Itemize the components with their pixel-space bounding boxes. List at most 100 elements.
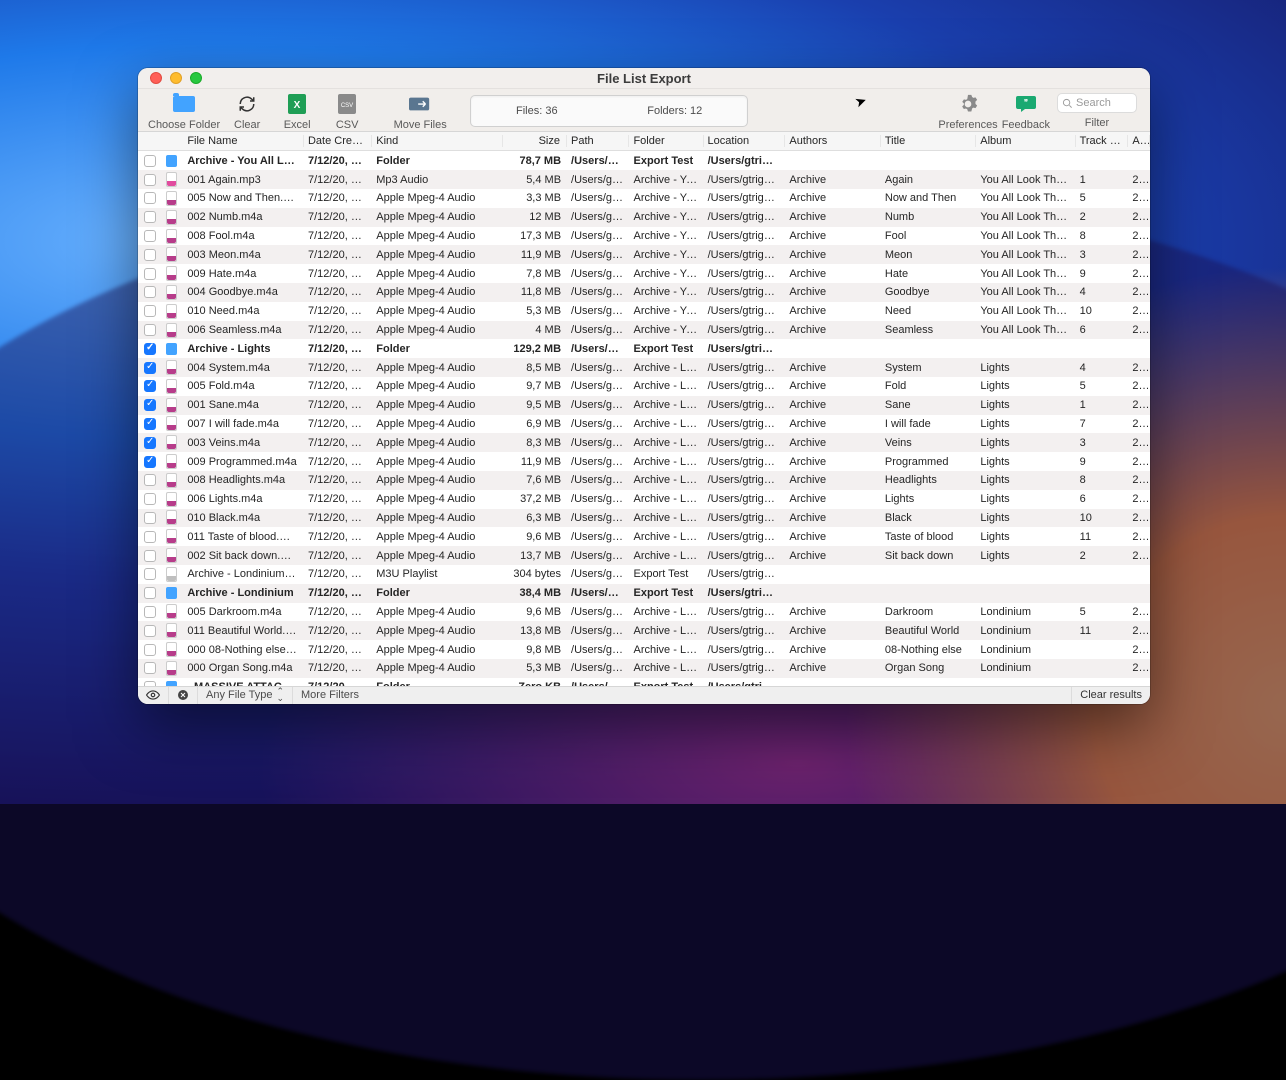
preferences-label: Preferences [938, 119, 997, 131]
clear-label: Clear [234, 119, 260, 131]
row-checkbox[interactable] [138, 587, 162, 599]
table-row[interactable]: 003 Meon.m4a7/12/20, 6:0…Apple Mpeg-4 Au… [138, 245, 1150, 264]
table-row[interactable]: 007 I will fade.m4a7/12/20, 7:17…Apple M… [138, 415, 1150, 434]
col-size[interactable]: Size [503, 135, 567, 147]
row-checkbox[interactable] [138, 380, 162, 392]
row-checkbox[interactable] [138, 662, 162, 674]
table-row[interactable]: Archive - Londinium.m3u7/12/20, 7:2…M3U … [138, 565, 1150, 584]
col-location[interactable]: Location [704, 135, 786, 147]
row-checkbox[interactable] [138, 512, 162, 524]
row-checkbox[interactable] [138, 418, 162, 430]
cell-authors: Archive [785, 662, 880, 674]
table-row[interactable]: 000 08-Nothing else.m…7/12/20, 6:0…Apple… [138, 640, 1150, 659]
table-row[interactable]: 008 Headlights.m4a7/12/20, 7:1…Apple Mpe… [138, 471, 1150, 490]
cell-location: /Users/gtrigona… [704, 380, 786, 392]
col-date-created[interactable]: Date Created [304, 135, 372, 147]
table-row[interactable]: 011 Beautiful World.m4a7/12/20, 6:0…Appl… [138, 621, 1150, 640]
table-row[interactable]: Archive - Lights7/12/20, 7:…Folder129,2 … [138, 339, 1150, 358]
row-checkbox[interactable] [138, 230, 162, 242]
col-authors[interactable]: Authors [785, 135, 880, 147]
row-checkbox[interactable] [138, 192, 162, 204]
cell-path: /Users/gtrig… [567, 380, 629, 392]
table-row[interactable]: 010 Need.m4a7/12/20, 6:0…Apple Mpeg-4 Au… [138, 302, 1150, 321]
file-type-select[interactable]: Any File Type ⌃⌄ [198, 687, 293, 704]
choose-folder-button[interactable]: Choose Folder [146, 93, 222, 131]
zoom-window-button[interactable] [190, 72, 202, 84]
row-checkbox[interactable] [138, 531, 162, 543]
csv-button[interactable]: CSV CSV [322, 93, 372, 131]
row-checkbox[interactable] [138, 437, 162, 449]
cell-title: Black [881, 512, 976, 524]
row-checkbox[interactable] [138, 305, 162, 317]
row-checkbox[interactable] [138, 174, 162, 186]
cell-path: /Users/gtrig… [567, 399, 629, 411]
preferences-button[interactable]: Preferences [936, 93, 999, 131]
table-header[interactable]: File Name Date Created Kind Size Path Fo… [138, 132, 1150, 151]
row-checkbox[interactable] [138, 343, 162, 355]
cell-location: /Users/gtrigona… [704, 362, 786, 374]
row-checkbox[interactable] [138, 362, 162, 374]
row-checkbox[interactable] [138, 493, 162, 505]
row-checkbox[interactable] [138, 625, 162, 637]
row-checkbox[interactable] [138, 268, 162, 280]
table-row[interactable]: Archive - Londinium7/12/20, 7:…Folder38,… [138, 584, 1150, 603]
minimize-window-button[interactable] [170, 72, 182, 84]
row-checkbox[interactable] [138, 211, 162, 223]
clear-button[interactable]: Clear [222, 93, 272, 131]
col-file-name[interactable]: File Name [183, 135, 304, 147]
row-checkbox[interactable] [138, 249, 162, 261]
table-row[interactable]: 000 Organ Song.m4a7/12/20, 6:0…Apple Mpe… [138, 659, 1150, 678]
table-row[interactable]: 005 Now and Then.m4a7/12/20, 6:0…Apple M… [138, 189, 1150, 208]
table-row[interactable]: 009 Programmed.m4a7/12/20, 7:17…Apple Mp… [138, 452, 1150, 471]
table-row[interactable]: 005 Fold.m4a7/12/20, 7:17…Apple Mpeg-4 A… [138, 377, 1150, 396]
table-row[interactable]: 002 Numb.m4a7/12/20, 6:0…Apple Mpeg-4 Au… [138, 208, 1150, 227]
row-checkbox[interactable] [138, 155, 162, 167]
col-folder[interactable]: Folder [629, 135, 703, 147]
cancel-filter-button[interactable] [169, 687, 198, 704]
col-album[interactable]: Album [976, 135, 1075, 147]
row-checkbox[interactable] [138, 550, 162, 562]
quicklook-button[interactable] [138, 687, 169, 704]
row-checkbox[interactable] [138, 456, 162, 468]
m4a-file-icon [162, 473, 184, 488]
row-checkbox[interactable] [138, 606, 162, 618]
close-window-button[interactable] [150, 72, 162, 84]
table-row[interactable]: Archive - You All Look…7/12/20, 7:…Folde… [138, 151, 1150, 170]
row-checkbox[interactable] [138, 286, 162, 298]
clear-results-button[interactable]: Clear results [1071, 687, 1150, 704]
excel-button[interactable]: X Excel [272, 93, 322, 131]
table-row[interactable]: 010 Black.m4a7/12/20, 7:1…Apple Mpeg-4 A… [138, 509, 1150, 528]
cell-file-name: 006 Seamless.m4a [183, 324, 304, 336]
table-row[interactable]: 002 Sit back down.m4a7/12/20, 7:1…Apple … [138, 546, 1150, 565]
table-row[interactable]: 006 Lights.m4a7/12/20, 7:1…Apple Mpeg-4 … [138, 490, 1150, 509]
col-title[interactable]: Title [881, 135, 976, 147]
row-checkbox[interactable] [138, 399, 162, 411]
table-row[interactable]: 004 System.m4a7/12/20, 7:17…Apple Mpeg-4… [138, 358, 1150, 377]
titlebar[interactable]: File List Export [138, 68, 1150, 89]
table-row[interactable]: 003 Veins.m4a7/12/20, 7:17…Apple Mpeg-4 … [138, 433, 1150, 452]
cell-album: Londinium [976, 606, 1075, 618]
table-row[interactable]: 001 Again.mp37/12/20, 6:0…Mp3 Audio5,4 M… [138, 170, 1150, 189]
table-row[interactable]: 004 Goodbye.m4a7/12/20, 6:0…Apple Mpeg-4… [138, 283, 1150, 302]
more-filters-button[interactable]: More Filters [293, 687, 367, 704]
move-files-button[interactable]: Move Files [382, 93, 458, 131]
col-kind[interactable]: Kind [372, 135, 502, 147]
table-row[interactable]: 001 Sane.m4a7/12/20, 7:17…Apple Mpeg-4 A… [138, 396, 1150, 415]
m3u-file-icon [162, 567, 184, 582]
table-row[interactable]: 006 Seamless.m4a7/12/20, 6:0…Apple Mpeg-… [138, 321, 1150, 340]
table-row[interactable]: 009 Hate.m4a7/12/20, 6:0…Apple Mpeg-4 Au… [138, 264, 1150, 283]
table-row[interactable]: - MASSIVE ATTACK -…7/12/20, 7:1…FolderZe… [138, 678, 1150, 686]
search-input[interactable]: Search [1057, 93, 1137, 113]
row-checkbox[interactable] [138, 568, 162, 580]
row-checkbox[interactable] [138, 644, 162, 656]
row-checkbox[interactable] [138, 324, 162, 336]
feedback-button[interactable]: ❞ Feedback [1000, 93, 1052, 131]
table-row[interactable]: 011 Taste of blood.m4a7/12/20, 7:1…Apple… [138, 527, 1150, 546]
col-track-no[interactable]: Track NO [1076, 135, 1129, 147]
row-checkbox[interactable] [138, 474, 162, 486]
table-row[interactable]: 005 Darkroom.m4a7/12/20, 6:0…Apple Mpeg-… [138, 603, 1150, 622]
table-row[interactable]: 008 Fool.m4a7/12/20, 6:0…Apple Mpeg-4 Au… [138, 227, 1150, 246]
col-path[interactable]: Path [567, 135, 629, 147]
cell-path: /Users/gtrig… [567, 418, 629, 430]
col-extra[interactable]: A… [1128, 135, 1150, 147]
